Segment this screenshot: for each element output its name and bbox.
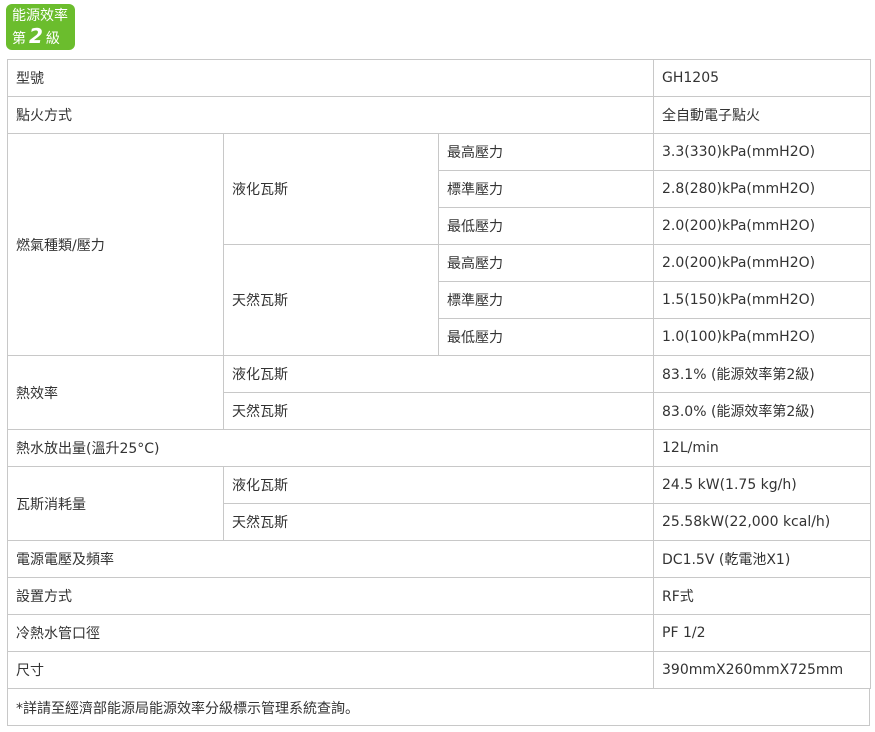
gas-lpg-name: 液化瓦斯 — [223, 133, 439, 245]
gas-lpg-std-label: 標準壓力 — [437, 170, 655, 208]
badge-suffix: 級 — [45, 31, 60, 47]
size-label: 尺寸 — [6, 651, 655, 689]
pipe-value: PF 1/2 — [653, 614, 872, 652]
gas-label: 燃氣種類/壓力 — [7, 133, 224, 356]
efficiency-lpg-value: 83.1% (能源效率第2級) — [653, 355, 872, 393]
efficiency-label: 熱效率 — [7, 355, 224, 430]
gas-ng-name: 天然瓦斯 — [223, 244, 439, 356]
consumption-lpg-value: 24.5 kW(1.75 kg/h) — [653, 466, 872, 504]
power-label: 電源電壓及頻率 — [6, 540, 655, 578]
badge-title: 能源效率 — [12, 8, 68, 24]
install-value: RF式 — [653, 577, 872, 615]
table-row: 冷熱水管口徑 PF 1/2 — [6, 614, 872, 652]
badge-prefix: 第 — [12, 31, 26, 47]
ignition-label: 點火方式 — [6, 96, 655, 134]
install-label: 設置方式 — [6, 577, 655, 615]
efficiency-ng-name: 天然瓦斯 — [222, 392, 655, 430]
size-value: 390mmX260mmX725mm — [653, 651, 872, 689]
gas-lpg-min-value: 2.0(200)kPa(mmH2O) — [653, 207, 872, 245]
gas-ng-std-label: 標準壓力 — [437, 281, 655, 319]
table-row: 熱效率 液化瓦斯 83.1% (能源效率第2級) — [7, 355, 872, 430]
gas-lpg-max-label: 最高壓力 — [437, 133, 655, 171]
pipe-label: 冷熱水管口徑 — [6, 614, 655, 652]
gas-lpg-max-value: 3.3(330)kPa(mmH2O) — [653, 133, 872, 171]
power-value: DC1.5V (乾電池X1) — [653, 540, 872, 578]
table-row: 尺寸 390mmX260mmX725mm — [6, 651, 872, 689]
table-row: 設置方式 RF式 — [6, 577, 872, 615]
consumption-lpg-name: 液化瓦斯 — [222, 466, 655, 504]
consumption-ng-value: 25.58kW(22,000 kcal/h) — [653, 503, 872, 541]
gas-ng-max-label: 最高壓力 — [437, 244, 655, 282]
energy-efficiency-badge: 能源效率 第2級 — [6, 4, 75, 50]
footnote: *詳請至經濟部能源局能源效率分級標示管理系統查詢。 — [7, 688, 870, 726]
gas-lpg-std-value: 2.8(280)kPa(mmH2O) — [653, 170, 872, 208]
gas-ng-max-value: 2.0(200)kPa(mmH2O) — [653, 244, 872, 282]
badge-level-number: 2 — [29, 24, 43, 48]
ignition-value: 全自動電子點火 — [653, 96, 872, 134]
output-label: 熱水放出量(溫升25°C) — [6, 429, 655, 467]
model-value: GH1205 — [653, 59, 872, 97]
output-value: 12L/min — [653, 429, 872, 467]
spec-table: 型號 GH1205 點火方式 全自動電子點火 燃氣種類/壓力 液化瓦斯 最高壓力… — [6, 59, 872, 689]
gas-ng-std-value: 1.5(150)kPa(mmH2O) — [653, 281, 872, 319]
badge-level: 第2級 — [12, 26, 75, 49]
consumption-label: 瓦斯消耗量 — [7, 466, 224, 541]
model-label: 型號 — [6, 59, 655, 97]
efficiency-ng-value: 83.0% (能源效率第2級) — [653, 392, 872, 430]
table-row: 電源電壓及頻率 DC1.5V (乾電池X1) — [6, 540, 872, 578]
efficiency-lpg-name: 液化瓦斯 — [222, 355, 655, 393]
table-row: 瓦斯消耗量 液化瓦斯 24.5 kW(1.75 kg/h) — [7, 466, 872, 541]
gas-lpg-min-label: 最低壓力 — [437, 207, 655, 245]
consumption-ng-name: 天然瓦斯 — [222, 503, 655, 541]
gas-ng-min-value: 1.0(100)kPa(mmH2O) — [653, 318, 872, 356]
table-row: 點火方式 全自動電子點火 — [6, 96, 872, 134]
table-row: 燃氣種類/壓力 液化瓦斯 最高壓力 3.3(330)kPa(mmH2O) — [7, 133, 872, 356]
gas-ng-min-label: 最低壓力 — [437, 318, 655, 356]
table-row: 熱水放出量(溫升25°C) 12L/min — [6, 429, 872, 467]
table-row: 型號 GH1205 — [6, 59, 872, 97]
